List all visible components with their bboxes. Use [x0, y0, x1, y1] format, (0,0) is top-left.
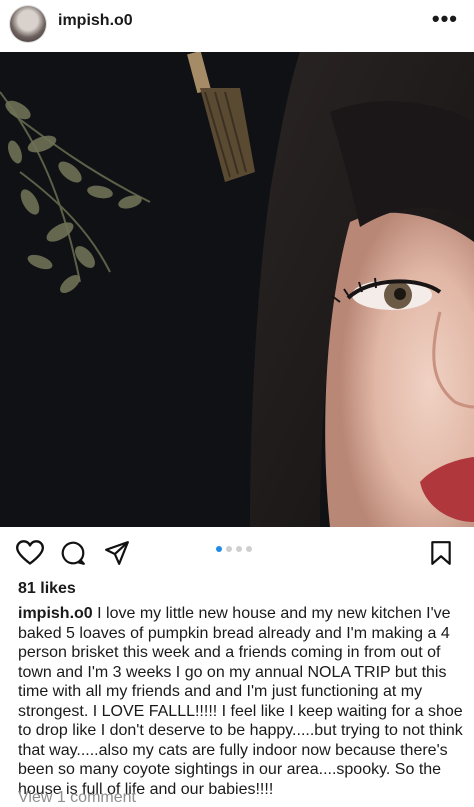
comment-icon[interactable] [60, 540, 86, 566]
avatar[interactable] [10, 6, 46, 42]
post-username[interactable]: impish.o0 [58, 12, 133, 30]
post-actions [0, 532, 474, 572]
post-header: impish.o0 ••• [0, 0, 474, 50]
view-comments-link[interactable]: View 1 comment [18, 789, 136, 807]
carousel-dot [236, 546, 242, 552]
more-horizontal-icon[interactable]: ••• [432, 8, 458, 30]
caption-text: I love my little new house and my new ki… [18, 605, 463, 798]
carousel-dot-active [216, 546, 222, 552]
caption-username[interactable]: impish.o0 [18, 605, 93, 622]
photo-illustration [0, 52, 474, 527]
share-icon[interactable] [104, 540, 130, 566]
carousel-dot [246, 546, 252, 552]
heart-icon[interactable] [16, 540, 44, 566]
post-photo[interactable] [0, 52, 474, 527]
likes-count[interactable]: 81 likes [18, 580, 76, 598]
carousel-dot [226, 546, 232, 552]
post-caption: impish.o0 I love my little new house and… [18, 604, 464, 799]
bookmark-icon[interactable] [430, 540, 452, 566]
carousel-indicator [216, 546, 252, 552]
